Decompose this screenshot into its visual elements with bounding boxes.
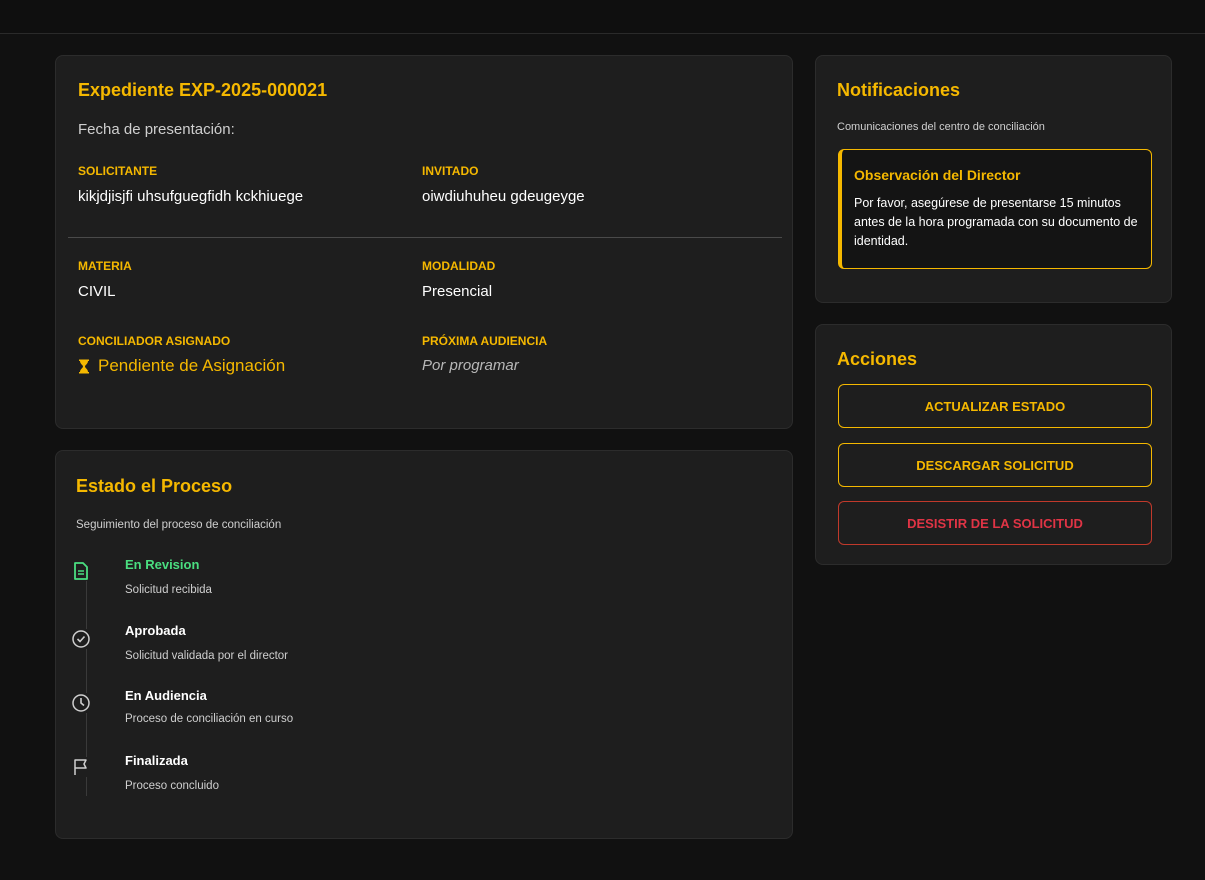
step-title-finalizada: Finalizada <box>125 753 188 768</box>
invitado-label: INVITADO <box>422 164 479 178</box>
top-bar <box>0 0 1205 34</box>
proceso-subtitle: Seguimiento del proceso de conciliación <box>76 519 282 531</box>
notificaciones-card: Notificaciones Comunicaciones del centro… <box>815 55 1172 303</box>
solicitante-label: SOLICITANTE <box>78 164 158 178</box>
desistir-solicitud-button[interactable]: DESISTIR DE LA SOLICITUD <box>838 501 1152 545</box>
step-desc-aprobada: Solicitud validada por el director <box>125 650 289 662</box>
note-title: Observación del Director <box>854 167 1021 183</box>
section-divider <box>68 237 782 238</box>
step-title-aprobada: Aprobada <box>125 623 186 638</box>
conciliador-value: Pendiente de Asignación <box>98 356 286 375</box>
step-desc-en-audiencia: Proceso de conciliación en curso <box>125 713 294 725</box>
flag-icon <box>71 757 91 777</box>
expediente-title: Expediente EXP-2025-000021 <box>78 80 328 100</box>
proceso-title: Estado el Proceso <box>76 476 233 496</box>
notificaciones-title: Notificaciones <box>837 80 961 100</box>
modalidad-value: Presencial <box>422 283 493 300</box>
check-circle-icon <box>71 629 91 649</box>
step-title-en-audiencia: En Audiencia <box>125 688 207 703</box>
step-desc-en-revision: Solicitud recibida <box>125 584 212 596</box>
document-icon <box>71 561 91 581</box>
acciones-title: Acciones <box>837 349 918 369</box>
audiencia-label: PRÓXIMA AUDIENCIA <box>422 334 548 348</box>
note-body: Por favor, asegúrese de presentarse 15 m… <box>854 196 1138 248</box>
step-title-en-revision: En Revision <box>125 557 200 572</box>
solicitante-value: kikjdjisjfi uhsufguegfidh kckhiuege <box>78 188 304 205</box>
descargar-solicitud-button[interactable]: DESCARGAR SOLICITUD <box>838 443 1152 487</box>
conciliador-status: Pendiente de Asignación <box>78 356 285 376</box>
acciones-card: Acciones ACTUALIZAR ESTADO DESCARGAR SOL… <box>815 324 1172 565</box>
director-note: Observación del Director Por favor, aseg… <box>838 149 1152 269</box>
expediente-card: Expediente EXP-2025-000021 Fecha de pres… <box>55 55 793 429</box>
actualizar-estado-button[interactable]: ACTUALIZAR ESTADO <box>838 384 1152 428</box>
invitado-value: oiwdiuhuheu gdeugeyge <box>422 188 585 205</box>
step-desc-finalizada: Proceso concluido <box>125 780 219 792</box>
modalidad-label: MODALIDAD <box>422 259 496 273</box>
clock-icon <box>71 693 91 713</box>
notificaciones-subtitle: Comunicaciones del centro de conciliació… <box>837 121 1045 133</box>
hourglass-icon <box>78 359 90 374</box>
materia-label: MATERIA <box>78 259 132 273</box>
fecha-label: Fecha de presentación: <box>78 121 235 138</box>
proceso-card: Estado el Proceso Seguimiento del proces… <box>55 450 793 839</box>
audiencia-value: Por programar <box>422 357 519 374</box>
conciliador-label: CONCILIADOR ASIGNADO <box>78 334 231 348</box>
materia-value: CIVIL <box>78 283 116 300</box>
